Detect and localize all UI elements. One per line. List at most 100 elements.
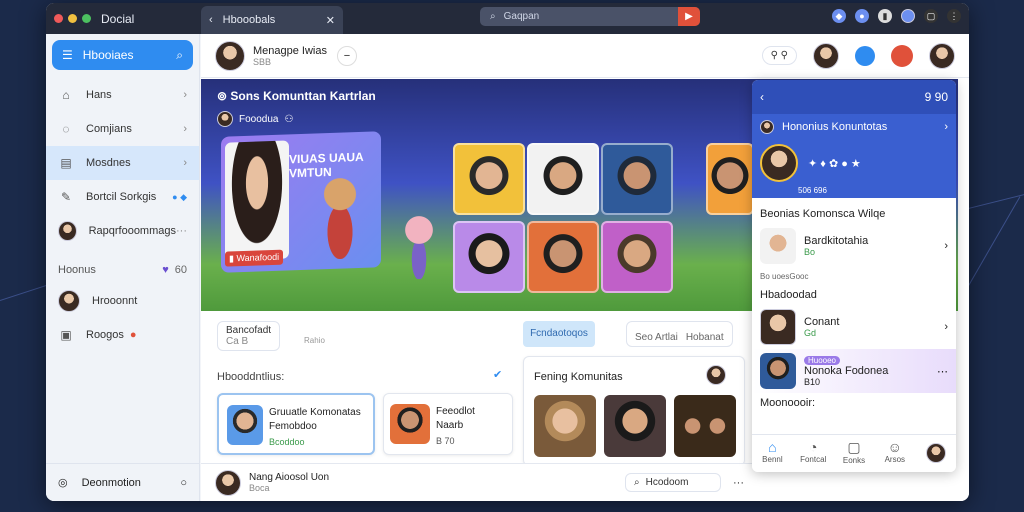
panel-title-row[interactable]: Hononius Konuntotas › (752, 114, 956, 140)
panel-section-title: Hbadoodad (760, 289, 817, 301)
panel-list-item[interactable]: Conant Gd › (752, 305, 956, 349)
community-card[interactable]: Gruuatle Komonatas Femobdoo Bcoddoo (217, 393, 375, 455)
avatar[interactable] (215, 469, 241, 496)
nav-avatar[interactable] (915, 435, 956, 472)
badge-icon: ● (129, 329, 137, 341)
browser-tab[interactable]: ‹ Hbooobals ✕ (201, 6, 343, 34)
filter-chip-label[interactable]: Rahio (304, 336, 325, 345)
sidebar-item-communities[interactable]: ◌ Comjians › (46, 112, 199, 146)
bottom-search[interactable]: ⌕ Hcodoom (625, 473, 721, 492)
hero-title: ⊚ Sons Komunttan Kartrlan (217, 89, 376, 103)
member-tile[interactable] (601, 221, 673, 293)
menu-icon[interactable]: ☰ (62, 48, 73, 62)
notification-icon[interactable]: ● (855, 9, 869, 23)
more-icon[interactable]: ··· (733, 477, 744, 489)
nav-pages[interactable]: ▢ Eonks (834, 435, 875, 472)
member-tile[interactable] (527, 143, 599, 215)
panel-list-item[interactable]: Bardkitotahia Bo › (752, 224, 956, 268)
list-item-title: Conant (804, 316, 840, 328)
tab-group[interactable]: Seo Artlai Hobanat (626, 321, 733, 347)
sidebar-item-settings[interactable]: ✎ Bortcil Sorkgis ● ◆ (46, 180, 199, 214)
chevron-right-icon: › (183, 123, 187, 135)
tab-active[interactable]: Fcndaotoqos (523, 321, 595, 347)
filter-chip[interactable]: Bancofadt Ca B (217, 321, 281, 351)
nav-notifications[interactable]: ◔ Fontcal (793, 435, 834, 472)
member-tile[interactable] (453, 221, 525, 293)
friends-icon[interactable] (855, 45, 875, 66)
chevron-right-icon: › (944, 240, 948, 252)
nav-profile[interactable]: ☺ Arsos (874, 435, 915, 472)
search-icon[interactable]: ⌕ (176, 48, 183, 63)
panel-list-item[interactable]: Huooeo Nonoka Fodonea B10 ⋯ (752, 349, 956, 393)
sidebar-item-messages[interactable]: ▤ Mosdnes › (46, 146, 199, 180)
nav-label: Eonks (842, 456, 866, 465)
extension-icon[interactable]: ▮ (878, 9, 892, 23)
grid-icon[interactable]: ⋮ (947, 9, 961, 23)
back-icon[interactable]: ‹ (760, 90, 764, 104)
maximize-window-button[interactable] (82, 14, 91, 23)
list-item-title: Bardkitotahia (804, 235, 869, 247)
bottom-bar: Nang Aioosol Uon Boca ⌕ Hcodoom ··· (201, 463, 758, 501)
chat-icon: ◌ (62, 122, 70, 136)
more-icon[interactable]: ⋯ (937, 365, 948, 378)
heart-icon: ♥ (162, 264, 169, 276)
avatar[interactable] (215, 40, 245, 71)
chevron-right-icon: › (944, 121, 948, 133)
list-item-sub: Gd (804, 328, 817, 338)
tab-other2[interactable]: Hobanat (686, 325, 724, 343)
community-card-meta: Bcoddoo (269, 437, 305, 447)
panel-meta2: Bo uoesGooc (760, 272, 809, 281)
avatar[interactable] (760, 144, 798, 182)
more-icon[interactable]: ··· (176, 225, 187, 237)
chevron-right-icon: › (183, 89, 187, 101)
back-icon[interactable]: ‹ (209, 14, 213, 26)
sidebar-section-label: Hoonus (58, 264, 96, 276)
address-bar[interactable]: ⌕ Gaqpan ▶ (480, 7, 700, 26)
community-photo[interactable] (604, 395, 666, 457)
community-photo[interactable] (534, 395, 596, 457)
avatar[interactable] (706, 365, 726, 385)
more-button[interactable]: − (337, 45, 357, 66)
member-tile[interactable] (706, 143, 754, 215)
sidebar-person[interactable]: Hrooonnt (46, 284, 199, 318)
member-tile[interactable] (453, 143, 525, 215)
featured-card-badge: ▮ Wanafoodi (225, 249, 284, 267)
filter-label: Bancofadt (226, 325, 272, 336)
window-icon[interactable]: ▢ (924, 9, 938, 23)
close-tab-icon[interactable]: ✕ (326, 14, 335, 27)
community-photo[interactable] (674, 395, 736, 457)
notification-icon[interactable] (891, 44, 913, 67)
chevron-right-icon: › (183, 157, 187, 169)
shield-icon[interactable]: ◆ (832, 9, 846, 23)
sidebar-person[interactable]: ▣ Roogos ● (46, 318, 199, 352)
status-dot-icon: ● ◆ (172, 191, 187, 202)
close-window-button[interactable] (54, 14, 63, 23)
minimize-window-button[interactable] (68, 14, 77, 23)
nav-home[interactable]: ⌂ Bennl (752, 435, 793, 472)
avatar[interactable] (929, 42, 955, 69)
circle-icon[interactable]: ○ (180, 477, 187, 489)
sidebar-item-label: Hans (86, 89, 112, 101)
community-card[interactable]: Feeodlot Naarb B 70 (383, 393, 513, 455)
go-button[interactable]: ▶ (678, 7, 700, 26)
notification-button[interactable]: ⚲ ⚲ (761, 46, 797, 65)
panel-header: ‹ 9 90 (752, 80, 956, 114)
sidebar-footer[interactable]: ◎ Deonmotion ○ (46, 463, 199, 501)
community-card-image (390, 404, 430, 444)
sidebar-header[interactable]: ☰ Hbooiaes ⌕ (52, 40, 193, 70)
sidebar-item-label: Bortcil Sorkgis (86, 191, 157, 203)
collapse-icon[interactable]: ◎ (58, 476, 68, 489)
bell-icon: ◔ (808, 439, 818, 455)
sidebar-item-home[interactable]: ⌂ Hans › (46, 78, 199, 112)
nav-label: Bennl (762, 455, 783, 464)
nav-label: Arsos (884, 455, 906, 464)
sidebar-item-label: Mosdnes (86, 157, 131, 169)
member-tile[interactable] (601, 143, 673, 215)
sidebar-item-programs[interactable]: Rapqrfooommags ··· (46, 214, 199, 248)
member-tile[interactable] (527, 221, 599, 293)
sidebar-person-label: Hrooonnt (92, 295, 138, 307)
profile-avatar[interactable] (901, 9, 915, 23)
avatar[interactable] (813, 42, 839, 69)
reaction-icons: ✦ ♦ ✿ ● ★ (808, 157, 861, 170)
tab-other[interactable]: Seo Artlai (635, 325, 678, 343)
